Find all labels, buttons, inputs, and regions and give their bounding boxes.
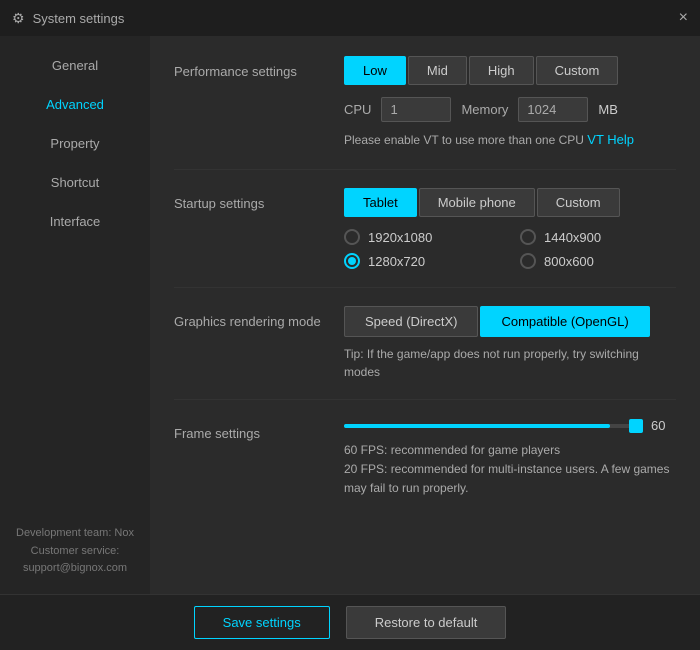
graphics-section: Graphics rendering mode Speed (DirectX) … — [174, 306, 676, 400]
sidebar-footer: Development team: Nox Customer service: … — [0, 509, 150, 594]
fps-slider-thumb[interactable] — [629, 419, 643, 433]
performance-btn-group: Low Mid High Custom — [344, 56, 676, 85]
sidebar-item-advanced[interactable]: Advanced — [0, 85, 150, 124]
resolution-label-1440: 1440x900 — [544, 230, 601, 245]
cpu-label: CPU — [344, 102, 371, 117]
title-bar: ⚙ System settings × — [0, 0, 700, 36]
frame-label: Frame settings — [174, 418, 344, 441]
fps-note2: 20 FPS: recommended for multi-instance u… — [344, 460, 676, 498]
close-button[interactable]: × — [679, 10, 688, 26]
graphics-content: Speed (DirectX) Compatible (OpenGL) Tip:… — [344, 306, 676, 381]
vt-help-row: Please enable VT to use more than one CP… — [344, 132, 676, 147]
radio-1280 — [344, 253, 360, 269]
resolution-800[interactable]: 800x600 — [520, 253, 676, 269]
render-btn-directx[interactable]: Speed (DirectX) — [344, 306, 478, 337]
memory-label: Memory — [461, 102, 508, 117]
startup-btn-group: Tablet Mobile phone Custom — [344, 188, 676, 217]
radio-1920 — [344, 229, 360, 245]
fps-slider-track[interactable] — [344, 424, 639, 428]
performance-content: Low Mid High Custom CPU Memory MB Please… — [344, 56, 676, 151]
sidebar: General Advanced Property Shortcut Inter… — [0, 36, 150, 594]
team-label: Development team: Nox — [10, 525, 140, 543]
gear-icon: ⚙ — [12, 10, 25, 27]
window-title: System settings — [33, 11, 125, 26]
customer-label: Customer service: — [10, 543, 140, 561]
fps-value: 60 — [651, 418, 676, 433]
startup-btn-tablet[interactable]: Tablet — [344, 188, 417, 217]
footer-bar: Save settings Restore to default — [0, 594, 700, 650]
resolution-label-1920: 1920x1080 — [368, 230, 432, 245]
startup-btn-mobile[interactable]: Mobile phone — [419, 188, 535, 217]
startup-btn-custom[interactable]: Custom — [537, 188, 620, 217]
perf-btn-mid[interactable]: Mid — [408, 56, 467, 85]
sidebar-item-shortcut[interactable]: Shortcut — [0, 163, 150, 202]
render-btn-opengl[interactable]: Compatible (OpenGL) — [480, 306, 649, 337]
content-area: Performance settings Low Mid High Custom… — [150, 36, 700, 594]
sidebar-item-property[interactable]: Property — [0, 124, 150, 163]
performance-section: Performance settings Low Mid High Custom… — [174, 56, 676, 170]
graphics-label: Graphics rendering mode — [174, 306, 344, 329]
email-label: support@bignox.com — [10, 560, 140, 578]
sidebar-item-interface[interactable]: Interface — [0, 202, 150, 241]
vt-text: Please enable VT to use more than one CP… — [344, 133, 584, 147]
cpu-input[interactable] — [381, 97, 451, 122]
perf-btn-high[interactable]: High — [469, 56, 534, 85]
memory-unit: MB — [598, 102, 618, 117]
fps-slider-row: 60 — [344, 418, 676, 433]
radio-800 — [520, 253, 536, 269]
resolution-1920[interactable]: 1920x1080 — [344, 229, 500, 245]
perf-btn-custom[interactable]: Custom — [536, 56, 619, 85]
resolution-grid: 1920x1080 1440x900 1280x720 800x600 — [344, 229, 676, 269]
fps-notes: 60 FPS: recommended for game players 20 … — [344, 441, 676, 499]
performance-label: Performance settings — [174, 56, 344, 79]
fps-slider-fill — [344, 424, 610, 428]
vt-link[interactable]: VT Help — [587, 132, 634, 147]
main-content: General Advanced Property Shortcut Inter… — [0, 36, 700, 594]
startup-label: Startup settings — [174, 188, 344, 211]
frame-content: 60 60 FPS: recommended for game players … — [344, 418, 676, 499]
startup-content: Tablet Mobile phone Custom 1920x1080 144… — [344, 188, 676, 269]
perf-btn-low[interactable]: Low — [344, 56, 406, 85]
resolution-1280[interactable]: 1280x720 — [344, 253, 500, 269]
render-btn-group: Speed (DirectX) Compatible (OpenGL) — [344, 306, 676, 337]
resolution-label-1280: 1280x720 — [368, 254, 425, 269]
resolution-1440[interactable]: 1440x900 — [520, 229, 676, 245]
sidebar-item-general[interactable]: General — [0, 46, 150, 85]
startup-section: Startup settings Tablet Mobile phone Cus… — [174, 188, 676, 288]
radio-1440 — [520, 229, 536, 245]
window: ⚙ System settings × General Advanced Pro… — [0, 0, 700, 650]
resolution-label-800: 800x600 — [544, 254, 594, 269]
restore-button[interactable]: Restore to default — [346, 606, 507, 639]
frame-section: Frame settings 60 60 FPS: recommended fo… — [174, 418, 676, 499]
memory-input[interactable] — [518, 97, 588, 122]
save-button[interactable]: Save settings — [194, 606, 330, 639]
fps-note1: 60 FPS: recommended for game players — [344, 441, 676, 460]
cpu-memory-row: CPU Memory MB — [344, 97, 676, 122]
graphics-tip: Tip: If the game/app does not run proper… — [344, 345, 676, 381]
title-bar-left: ⚙ System settings — [12, 10, 124, 27]
